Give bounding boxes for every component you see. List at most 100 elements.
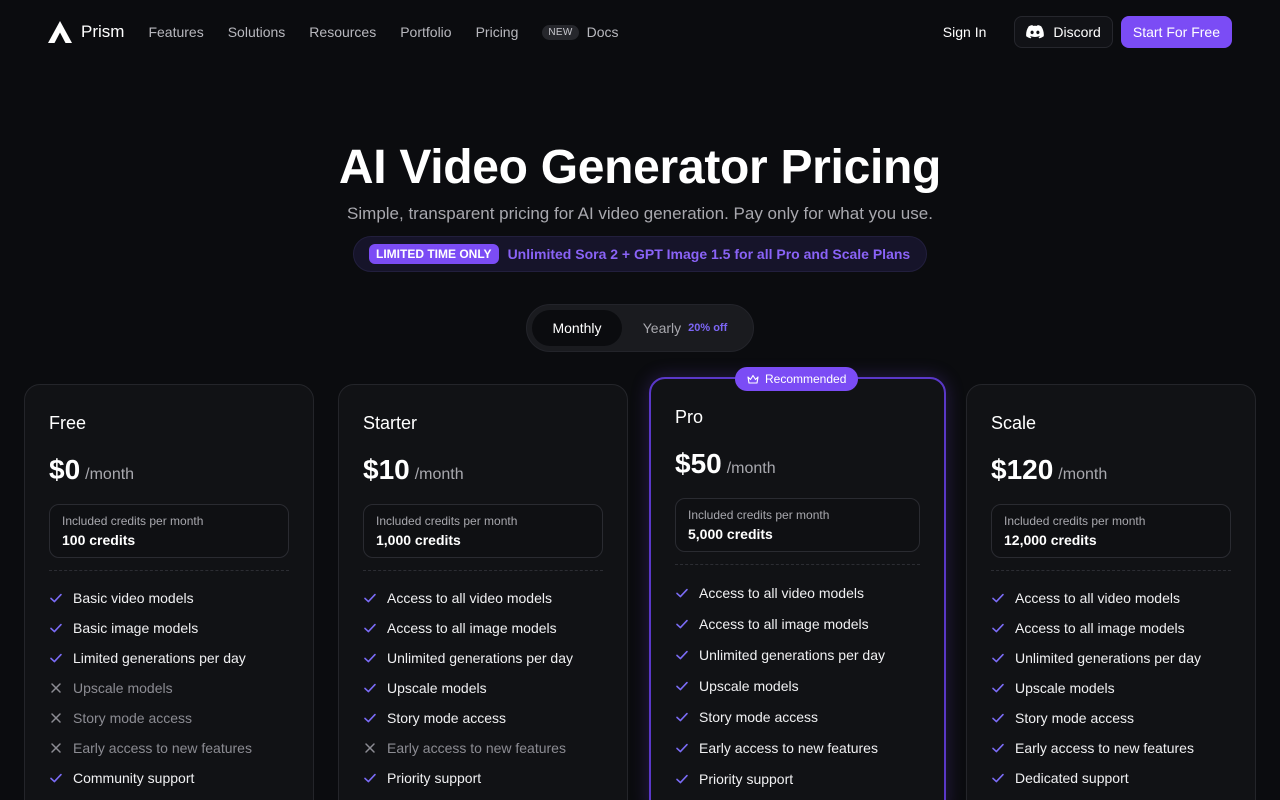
nav-link-resources[interactable]: Resources [309, 24, 376, 40]
check-icon [364, 683, 376, 693]
check-icon [50, 773, 62, 783]
nav-link-portfolio[interactable]: Portfolio [400, 24, 451, 40]
feature-item: Early access to new features [675, 732, 920, 763]
billing-yearly-option[interactable]: Yearly 20% off [622, 320, 748, 336]
billing-monthly-option[interactable]: Monthly [532, 310, 622, 346]
feature-text: Access to all video models [699, 584, 864, 601]
check-icon [364, 623, 376, 633]
plan-name: Free [49, 413, 87, 433]
feature-item: Story mode access [991, 703, 1231, 733]
credits-label: Included credits per month [62, 514, 204, 528]
feature-item: Unlimited generations per day [991, 643, 1231, 673]
check-icon [992, 773, 1004, 783]
start-for-free-button[interactable]: Start For Free [1120, 16, 1232, 48]
check-icon [364, 713, 376, 723]
check-icon [992, 593, 1004, 603]
feature-text: Priority support [387, 770, 482, 786]
feature-item: Early access to new features [363, 733, 603, 763]
nav-link-docs[interactable]: NEW Docs [542, 24, 619, 40]
feature-text: Community support [73, 770, 195, 786]
promo-banner[interactable]: LIMITED TIME ONLY Unlimited Sora 2 + GPT… [353, 236, 927, 272]
feature-item: Access to all video models [363, 583, 603, 613]
divider [49, 570, 289, 571]
plan-price: $50 [675, 448, 722, 479]
feature-text: Dedicated support [1015, 770, 1129, 786]
check-icon [676, 712, 688, 721]
feature-text: Access to all image models [1015, 620, 1185, 636]
check-icon [676, 588, 688, 597]
feature-text: Story mode access [73, 710, 193, 726]
feature-item: Basic image models [49, 613, 289, 643]
brand-logo[interactable]: Prism [48, 21, 124, 43]
discord-button[interactable]: Discord [1014, 16, 1113, 48]
promo-badge: LIMITED TIME ONLY [369, 244, 499, 264]
plan-price: $10 [363, 454, 410, 485]
plan-name: Pro [675, 407, 704, 427]
credits-box: Included credits per month 100 credits [49, 504, 289, 558]
feature-item: Dedicated support [991, 763, 1231, 793]
feature-item: Community support [49, 763, 289, 793]
promo-text: Unlimited Sora 2 + GPT Image 1.5 for all… [507, 246, 911, 262]
feature-list: Access to all video models Access to all … [675, 577, 920, 794]
feature-text: Access to all image models [699, 615, 869, 632]
credits-value: 1,000 credits [376, 532, 461, 548]
feature-text: Limited generations per day [73, 650, 246, 666]
feature-item: Priority support [363, 763, 603, 793]
check-icon [676, 774, 688, 783]
brand-name: Prism [81, 22, 125, 41]
sign-in-link[interactable]: Sign In [931, 16, 999, 48]
recommended-badge: Recommended [735, 367, 859, 391]
feature-item: Basic video models [49, 583, 289, 613]
feature-item: Unlimited generations per day [675, 639, 920, 670]
feature-item: Access to all image models [991, 613, 1231, 643]
crown-icon [747, 374, 759, 384]
check-icon [992, 683, 1004, 693]
nav-actions: Sign In Discord Start For Free [931, 16, 1232, 48]
feature-item: Limited generations per day [49, 643, 289, 673]
plan-name: Scale [991, 413, 1037, 433]
feature-text: Upscale models [73, 680, 173, 696]
check-icon [676, 681, 688, 690]
feature-item: Access to all video models [991, 583, 1231, 613]
page-subtitle: Simple, transparent pricing for AI video… [347, 204, 933, 223]
feature-list: Access to all video models Access to all … [991, 583, 1231, 793]
check-icon [676, 650, 688, 659]
nav-link-solutions[interactable]: Solutions [228, 24, 286, 40]
feature-text: Story mode access [699, 708, 819, 725]
feature-text: Upscale models [387, 680, 487, 696]
discord-icon [1026, 25, 1045, 39]
check-icon [992, 623, 1004, 633]
cross-icon [51, 743, 61, 753]
feature-item: Access to all image models [675, 608, 920, 639]
feature-text: Access to all video models [1015, 590, 1180, 606]
feature-item: Upscale models [49, 673, 289, 703]
billing-yearly-label: Yearly [642, 320, 682, 336]
feature-text: Unlimited generations per day [387, 650, 573, 666]
feature-text: Basic image models [73, 620, 199, 636]
price-row: $10/month [363, 454, 603, 486]
plan-period: /month [85, 466, 135, 483]
feature-text: Story mode access [387, 710, 507, 726]
plan-period: /month [726, 460, 776, 477]
plan-name: Starter [363, 413, 418, 433]
feature-item: Upscale models [675, 670, 920, 701]
feature-item: Upscale models [991, 673, 1231, 703]
feature-item: Access to all video models [675, 577, 920, 608]
divider [363, 570, 603, 571]
credits-value: 12,000 credits [1004, 532, 1097, 548]
cross-icon [51, 683, 61, 693]
feature-item: Upscale models [363, 673, 603, 703]
prism-logo-icon [48, 21, 72, 43]
divider [675, 564, 920, 565]
feature-text: Early access to new features [73, 740, 252, 756]
new-badge: NEW [542, 24, 579, 40]
recommended-label: Recommended [765, 372, 847, 386]
plan-period: /month [414, 466, 464, 483]
feature-text: Early access to new features [699, 739, 878, 756]
nav-link-features[interactable]: Features [148, 24, 203, 40]
nav-link-pricing[interactable]: Pricing [476, 24, 519, 40]
credits-value: 100 credits [62, 532, 136, 548]
feature-list: Basic video models Basic image models Limi… [49, 583, 289, 793]
feature-text: Access to all image models [387, 620, 557, 636]
nav-link-docs-label: Docs [586, 24, 619, 40]
